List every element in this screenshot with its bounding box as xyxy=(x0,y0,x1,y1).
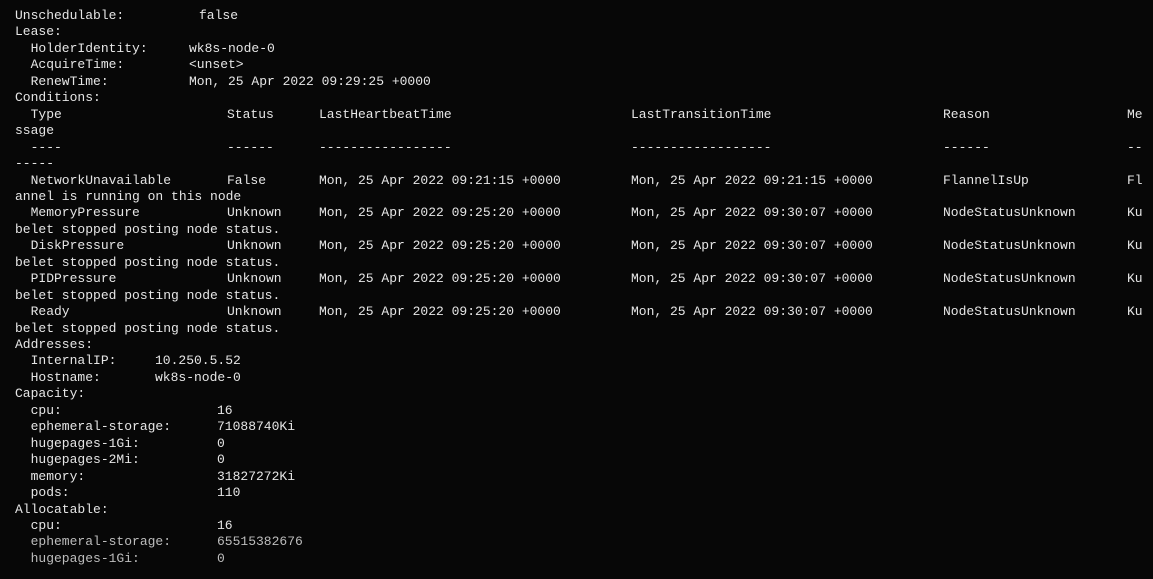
conditions-cell: ------------------ xyxy=(631,139,772,155)
conditions-cell: Ku xyxy=(1127,304,1143,320)
conditions-cell: Status xyxy=(227,106,274,122)
line-text: Conditions: xyxy=(15,90,101,106)
conditions-cell: ----------------- xyxy=(319,139,452,155)
field-key: pods: xyxy=(15,485,195,501)
field-value: 0 xyxy=(217,435,225,451)
conditions-cell: Mon, 25 Apr 2022 09:25:20 +0000 xyxy=(319,238,561,254)
conditions-cell: Ready xyxy=(15,304,70,320)
conditions-cell: DiskPressure xyxy=(15,238,125,254)
conditions-cell: Mon, 25 Apr 2022 09:21:15 +0000 xyxy=(319,172,561,188)
conditions-cell: Ku xyxy=(1127,271,1143,287)
field-key: Hostname: xyxy=(15,369,133,385)
conditions-cell: FlannelIsUp xyxy=(943,172,1029,188)
field-key: Unschedulable: xyxy=(15,8,172,23)
conditions-cell: NodeStatusUnknown xyxy=(943,205,1076,221)
conditions-cell: Fl xyxy=(1127,172,1143,188)
field-key: AcquireTime: xyxy=(15,57,164,73)
conditions-cell: ------ xyxy=(227,139,274,155)
conditions-cell: Unknown xyxy=(227,271,282,287)
line-text: belet stopped posting node status. xyxy=(15,320,281,336)
conditions-cell: Mon, 25 Apr 2022 09:30:07 +0000 xyxy=(631,205,873,221)
field-value: 10.250.5.52 xyxy=(155,353,241,369)
line-text: Allocatable: xyxy=(15,501,109,517)
conditions-cell: MemoryPressure xyxy=(15,205,140,221)
field-key: memory: xyxy=(15,468,195,484)
conditions-cell: Mon, 25 Apr 2022 09:25:20 +0000 xyxy=(319,271,561,287)
field-value: false xyxy=(199,8,239,23)
line-text: Lease: xyxy=(15,24,62,40)
conditions-cell: Unknown xyxy=(227,238,282,254)
conditions-cell: Mon, 25 Apr 2022 09:30:07 +0000 xyxy=(631,238,873,254)
conditions-cell: Unknown xyxy=(227,304,282,320)
line-text: belet stopped posting node status. xyxy=(15,287,281,303)
field-value: 65515382676 xyxy=(217,534,303,550)
line-text: belet stopped posting node status. xyxy=(15,254,281,270)
conditions-cell: PIDPressure xyxy=(15,271,117,287)
field-value: wk8s-node-0 xyxy=(189,40,275,56)
field-value: <unset> xyxy=(189,57,244,73)
conditions-cell: ------ xyxy=(943,139,990,155)
conditions-cell: Ku xyxy=(1127,205,1143,221)
field-value: wk8s-node-0 xyxy=(155,369,241,385)
conditions-cell: Mon, 25 Apr 2022 09:30:07 +0000 xyxy=(631,271,873,287)
field-key: ephemeral-storage: xyxy=(15,534,195,550)
field-key: RenewTime: xyxy=(15,73,164,89)
field-value: 71088740Ki xyxy=(217,419,296,435)
conditions-cell: NetworkUnavailable xyxy=(15,172,172,188)
field-key: HolderIdentity: xyxy=(15,40,164,56)
field-value: 110 xyxy=(217,485,241,501)
conditions-cell: NodeStatusUnknown xyxy=(943,271,1076,287)
line-text: Capacity: xyxy=(15,386,86,402)
conditions-cell: Unknown xyxy=(227,205,282,221)
conditions-cell: Mon, 25 Apr 2022 09:25:20 +0000 xyxy=(319,304,561,320)
field-key: hugepages-1Gi: xyxy=(15,435,195,451)
field-value: 31827272Ki xyxy=(217,468,296,484)
line-text: ssage xyxy=(15,123,55,139)
field-value: 16 xyxy=(217,402,233,418)
conditions-cell: Me xyxy=(1127,106,1143,122)
field-value: 16 xyxy=(217,517,233,533)
field-key: hugepages-1Gi: xyxy=(15,550,195,566)
field-value: 0 xyxy=(217,550,225,566)
line-text: Addresses: xyxy=(15,337,94,352)
terminal-output[interactable]: Unschedulable: false Lease: HolderIdentit… xyxy=(0,0,1153,579)
conditions-cell: NodeStatusUnknown xyxy=(943,304,1076,320)
conditions-cell: False xyxy=(227,172,267,188)
conditions-cell: LastHeartbeatTime xyxy=(319,106,452,122)
line-text: belet stopped posting node status. xyxy=(15,221,281,237)
conditions-cell: Reason xyxy=(943,106,990,122)
conditions-cell: Mon, 25 Apr 2022 09:30:07 +0000 xyxy=(631,304,873,320)
field-key: ephemeral-storage: xyxy=(15,419,195,435)
conditions-cell: Type xyxy=(15,106,62,122)
conditions-cell: Mon, 25 Apr 2022 09:25:20 +0000 xyxy=(319,205,561,221)
conditions-cell: LastTransitionTime xyxy=(631,106,772,122)
field-key: cpu: xyxy=(15,402,195,418)
line-text: annel is running on this node xyxy=(15,188,242,204)
conditions-cell: -- xyxy=(1127,139,1143,155)
conditions-cell: NodeStatusUnknown xyxy=(943,238,1076,254)
conditions-cell: ---- xyxy=(15,139,62,155)
line-text: ----- xyxy=(15,156,55,172)
field-key: cpu: xyxy=(15,517,195,533)
field-key: InternalIP: xyxy=(15,353,133,369)
conditions-cell: Ku xyxy=(1127,238,1143,254)
conditions-cell: Mon, 25 Apr 2022 09:21:15 +0000 xyxy=(631,172,873,188)
field-key: hugepages-2Mi: xyxy=(15,452,195,468)
field-value: Mon, 25 Apr 2022 09:29:25 +0000 xyxy=(189,73,431,89)
field-value: 0 xyxy=(217,452,225,468)
